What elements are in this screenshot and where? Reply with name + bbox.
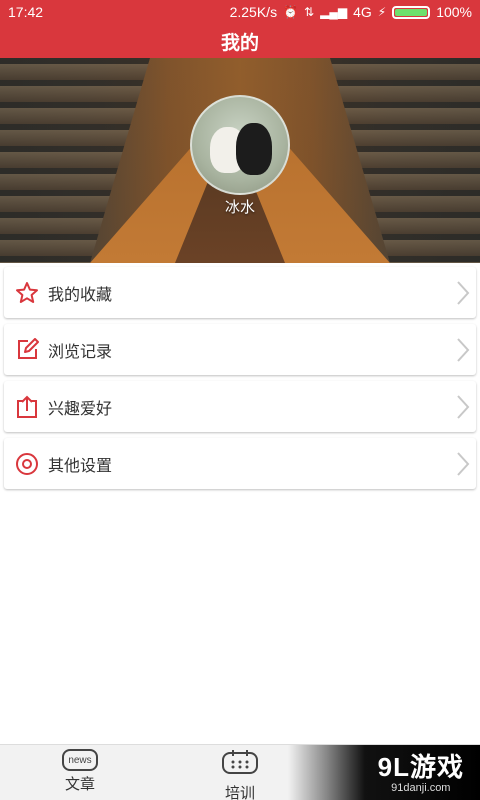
edit-icon — [14, 337, 40, 363]
tab-label: 文章 — [64, 776, 95, 793]
tab-articles[interactable]: news 文章 — [40, 749, 120, 794]
target-icon — [14, 451, 40, 477]
calendar-icon — [221, 749, 259, 780]
watermark: 9L游戏 91danji.com — [378, 747, 464, 794]
menu-item-interests[interactable]: 兴趣爱好 — [4, 381, 476, 432]
page-title: 我的 — [220, 32, 259, 54]
share-icon — [14, 394, 40, 420]
profile-menu: 我的收藏 浏览记录 兴趣爱好 其他设置 — [4, 267, 476, 495]
network-speed: 2.25K/s — [229, 4, 278, 20]
black-dog-figure — [236, 123, 272, 175]
menu-item-favorites[interactable]: 我的收藏 — [4, 267, 476, 318]
chevron-right-icon — [456, 394, 470, 425]
menu-item-label: 其他设置 — [48, 457, 113, 475]
profile-header-background: 冰水 — [0, 58, 480, 263]
battery-percent: 100% — [436, 4, 472, 20]
data-transfer-icon: ⇅ — [304, 5, 315, 19]
tab-label: 培训 — [224, 785, 255, 800]
bottom-navigation: news 文章 培训 9L游戏 91danji.com — [0, 744, 480, 800]
chevron-right-icon — [456, 337, 470, 368]
app-bar: 我的 — [0, 24, 480, 58]
avatar[interactable] — [190, 95, 290, 195]
watermark-logo: 9L游戏 — [377, 752, 464, 782]
menu-item-history[interactable]: 浏览记录 — [4, 324, 476, 375]
menu-item-label: 浏览记录 — [48, 343, 113, 361]
battery-icon — [392, 5, 431, 19]
charging-icon: ⚡ — [377, 5, 387, 19]
menu-item-settings[interactable]: 其他设置 — [4, 438, 476, 489]
username: 冰水 — [224, 199, 255, 216]
news-icon: news — [62, 749, 98, 771]
tab-training[interactable]: 培训 — [200, 749, 280, 800]
chevron-right-icon — [456, 280, 470, 311]
menu-item-label: 兴趣爱好 — [48, 400, 113, 418]
status-indicators: 2.25K/s ⏰ ⇅ ▂▄▆ 4G ⚡ 100% — [230, 4, 472, 20]
star-icon — [14, 280, 40, 306]
signal-icon: ▂▄▆ — [320, 5, 348, 19]
status-time: 17:42 — [8, 4, 44, 20]
menu-item-label: 我的收藏 — [48, 286, 113, 304]
status-bar: 17:42 2.25K/s ⏰ ⇅ ▂▄▆ 4G ⚡ 100% — [0, 0, 480, 24]
chevron-right-icon — [456, 451, 470, 482]
network-type: 4G — [353, 4, 372, 20]
alarm-icon: ⏰ — [283, 5, 299, 19]
